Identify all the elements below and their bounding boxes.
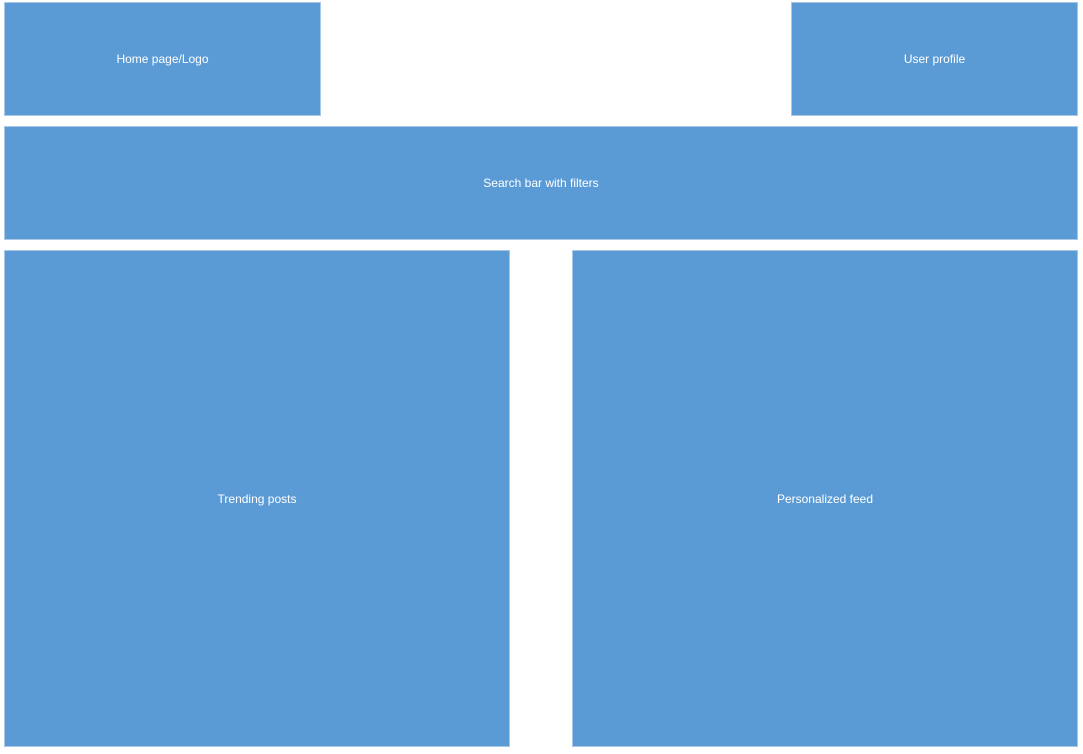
user-profile-block[interactable]: User profile — [791, 2, 1078, 116]
search-bar-block[interactable]: Search bar with filters — [4, 126, 1078, 240]
user-profile-label: User profile — [903, 52, 966, 66]
personalized-feed-block[interactable]: Personalized feed — [572, 250, 1078, 747]
home-logo-label: Home page/Logo — [116, 52, 209, 66]
home-logo-block[interactable]: Home page/Logo — [4, 2, 321, 116]
personalized-feed-label: Personalized feed — [776, 491, 874, 506]
search-bar-label: Search bar with filters — [483, 176, 599, 190]
trending-posts-block[interactable]: Trending posts — [4, 250, 510, 747]
trending-posts-label: Trending posts — [217, 491, 297, 506]
